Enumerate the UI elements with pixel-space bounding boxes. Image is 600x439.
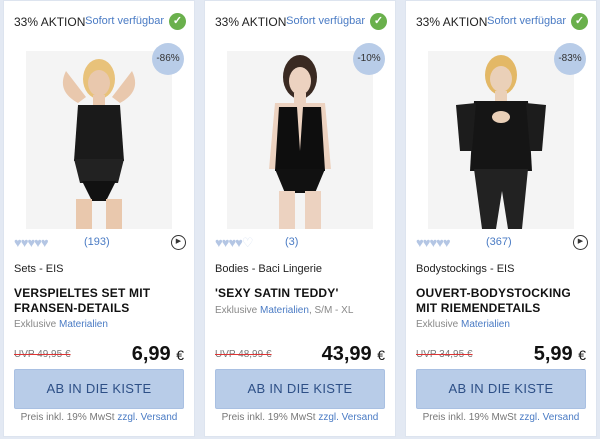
current-price: 43,99 €: [322, 343, 385, 366]
rating-row: ♥♥♥♥♡ (3): [215, 235, 387, 251]
old-price: UVP 49,95 €: [14, 349, 71, 360]
currency-symbol: €: [578, 347, 586, 363]
discount-badge: -86%: [152, 43, 184, 75]
currency-symbol: €: [176, 347, 184, 363]
product-image[interactable]: [227, 51, 373, 229]
materials-link[interactable]: Materialien: [59, 319, 108, 330]
availability-label: Sofort verfügbar: [85, 15, 164, 27]
card-topbar: 33% AKTION Sofort verfügbar ✓: [14, 13, 186, 31]
promo-label: 33% AKTION: [14, 15, 86, 29]
bodystocking-photo: [428, 51, 574, 229]
price-note: Preis inkl. 19% MwSt zzgl. Versand: [4, 412, 194, 423]
check-icon: ✓: [571, 13, 588, 30]
vat-note: Preis inkl. 19% MwSt: [422, 412, 520, 423]
rating-count[interactable]: (367): [486, 236, 512, 248]
price-row: UVP 34,95 € 5,99 €: [416, 343, 586, 365]
product-grid: 33% AKTION Sofort verfügbar ✓ -86% ♥♥♥♥♥: [0, 0, 600, 439]
plus-link[interactable]: zzgl.: [519, 412, 540, 423]
plus-link[interactable]: zzgl.: [117, 412, 138, 423]
product-category[interactable]: Bodies - Baci Lingerie: [215, 263, 322, 275]
discount-badge: -83%: [554, 43, 586, 75]
current-price: 5,99 €: [534, 343, 586, 366]
vat-note: Preis inkl. 19% MwSt: [221, 412, 319, 423]
shipping-link[interactable]: Versand: [342, 412, 379, 423]
product-image[interactable]: [428, 51, 574, 229]
price-row: UVP 49,95 € 6,99 €: [14, 343, 184, 365]
promo-label: 33% AKTION: [215, 15, 287, 29]
materials-link[interactable]: Materialien: [260, 305, 309, 316]
subtitle-text: Exklusive: [215, 305, 261, 316]
product-title[interactable]: 'SEXY SATIN TEDDY': [215, 286, 387, 301]
price-row: UVP 48,99 € 43,99 €: [215, 343, 385, 365]
heart-icon: ♥: [436, 235, 444, 250]
product-image[interactable]: [26, 51, 172, 229]
discount-badge: -10%: [353, 43, 385, 75]
lingerie-set-photo: [26, 51, 172, 229]
availability-label: Sofort verfügbar: [487, 15, 566, 27]
product-subtitle: Exklusive Materialien: [14, 319, 190, 330]
subtitle-text: Exklusive: [416, 319, 462, 330]
heart-icon: ♥: [34, 235, 42, 250]
price-value: 43,99: [321, 343, 372, 365]
check-icon: ✓: [169, 13, 186, 30]
vat-note: Preis inkl. 19% MwSt: [20, 412, 118, 423]
product-subtitle: Exklusive Materialien: [416, 319, 592, 330]
rating-count[interactable]: (3): [285, 236, 298, 248]
heart-icon: ♥: [215, 235, 223, 250]
product-card[interactable]: 33% AKTION Sofort verfügbar ✓ -86% ♥♥♥♥♥: [3, 0, 195, 437]
old-price: UVP 48,99 €: [215, 349, 272, 360]
materials-link[interactable]: Materialien: [461, 319, 510, 330]
product-card[interactable]: 33% AKTION Sofort verfügbar ✓ -83% ♥♥♥♥♥…: [405, 0, 597, 437]
heart-icon: ♥: [235, 235, 243, 250]
card-topbar: 33% AKTION Sofort verfügbar ✓: [416, 13, 588, 31]
add-to-cart-button[interactable]: AB IN DIE KISTE: [14, 369, 184, 409]
price-note: Preis inkl. 19% MwSt zzgl. Versand: [205, 412, 395, 423]
product-subtitle: Exklusive Materialien, S/M - XL: [215, 305, 391, 316]
product-card[interactable]: 33% AKTION Sofort verfügbar ✓ -10% ♥♥♥♥♡…: [204, 0, 396, 437]
old-price: UVP 34,95 €: [416, 349, 473, 360]
heart-icon: ♥: [416, 235, 424, 250]
play-video-icon[interactable]: ▶: [171, 235, 186, 250]
heart-icon: ♥: [14, 235, 22, 250]
shipping-link[interactable]: Versand: [543, 412, 580, 423]
play-video-icon[interactable]: ▶: [573, 235, 588, 250]
rating-hearts: ♥♥♥♥♡: [215, 235, 254, 251]
heart-empty-icon: ♡: [241, 235, 254, 250]
rating-hearts: ♥♥♥♥♥: [14, 235, 49, 250]
add-to-cart-button[interactable]: AB IN DIE KISTE: [215, 369, 385, 409]
subtitle-suffix: , S/M - XL: [308, 305, 354, 316]
satin-teddy-photo: [227, 51, 373, 229]
rating-hearts: ♥♥♥♥♥: [416, 235, 451, 250]
shipping-link[interactable]: Versand: [141, 412, 178, 423]
card-topbar: 33% AKTION Sofort verfügbar ✓: [215, 13, 387, 31]
current-price: 6,99 €: [132, 343, 184, 366]
rating-row: ♥♥♥♥♥ (193) ▶: [14, 235, 186, 251]
currency-symbol: €: [377, 347, 385, 363]
rating-count[interactable]: (193): [84, 236, 110, 248]
price-value: 5,99: [533, 343, 573, 365]
product-category[interactable]: Bodystockings - EIS: [416, 263, 514, 275]
availability-label: Sofort verfügbar: [286, 15, 365, 27]
subtitle-text: Exklusive: [14, 319, 60, 330]
product-title[interactable]: VERSPIELTES SET MIT FRANSEN-DETAILS: [14, 286, 186, 316]
price-value: 6,99: [131, 343, 171, 365]
product-title[interactable]: OUVERT-BODYSTOCKING MIT RIEMENDETAILS: [416, 286, 588, 316]
check-icon: ✓: [370, 13, 387, 30]
plus-link[interactable]: zzgl.: [318, 412, 339, 423]
heart-icon: ♥: [40, 235, 49, 250]
price-note: Preis inkl. 19% MwSt zzgl. Versand: [406, 412, 596, 423]
heart-icon: ♥: [442, 235, 451, 250]
rating-row: ♥♥♥♥♥ (367) ▶: [416, 235, 588, 251]
promo-label: 33% AKTION: [416, 15, 488, 29]
add-to-cart-button[interactable]: AB IN DIE KISTE: [416, 369, 586, 409]
product-category[interactable]: Sets - EIS: [14, 263, 64, 275]
